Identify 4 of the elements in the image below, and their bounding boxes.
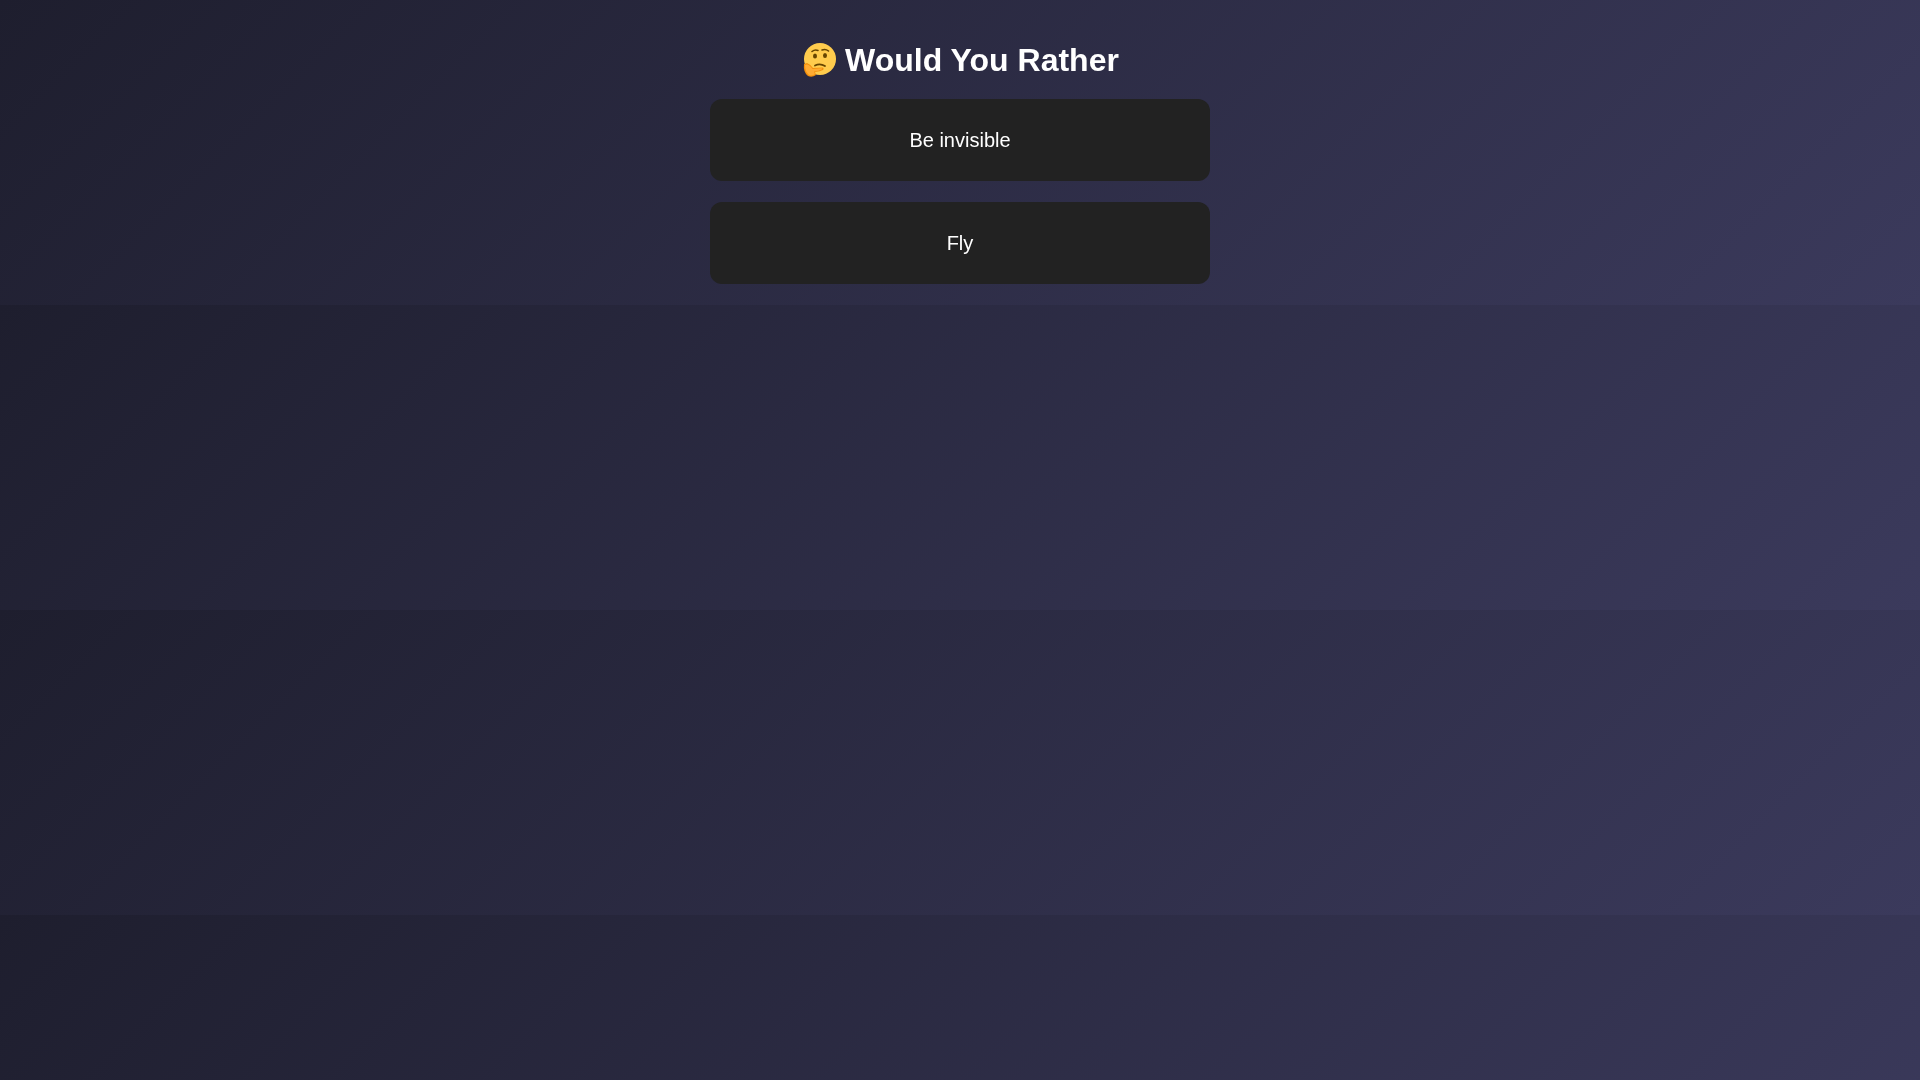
choice-button[interactable]: Be invisible [710,99,1210,181]
thinking-face-icon [801,42,838,78]
choice-button[interactable]: Fly [710,202,1210,284]
page-title: Would You Rather [845,41,1119,79]
